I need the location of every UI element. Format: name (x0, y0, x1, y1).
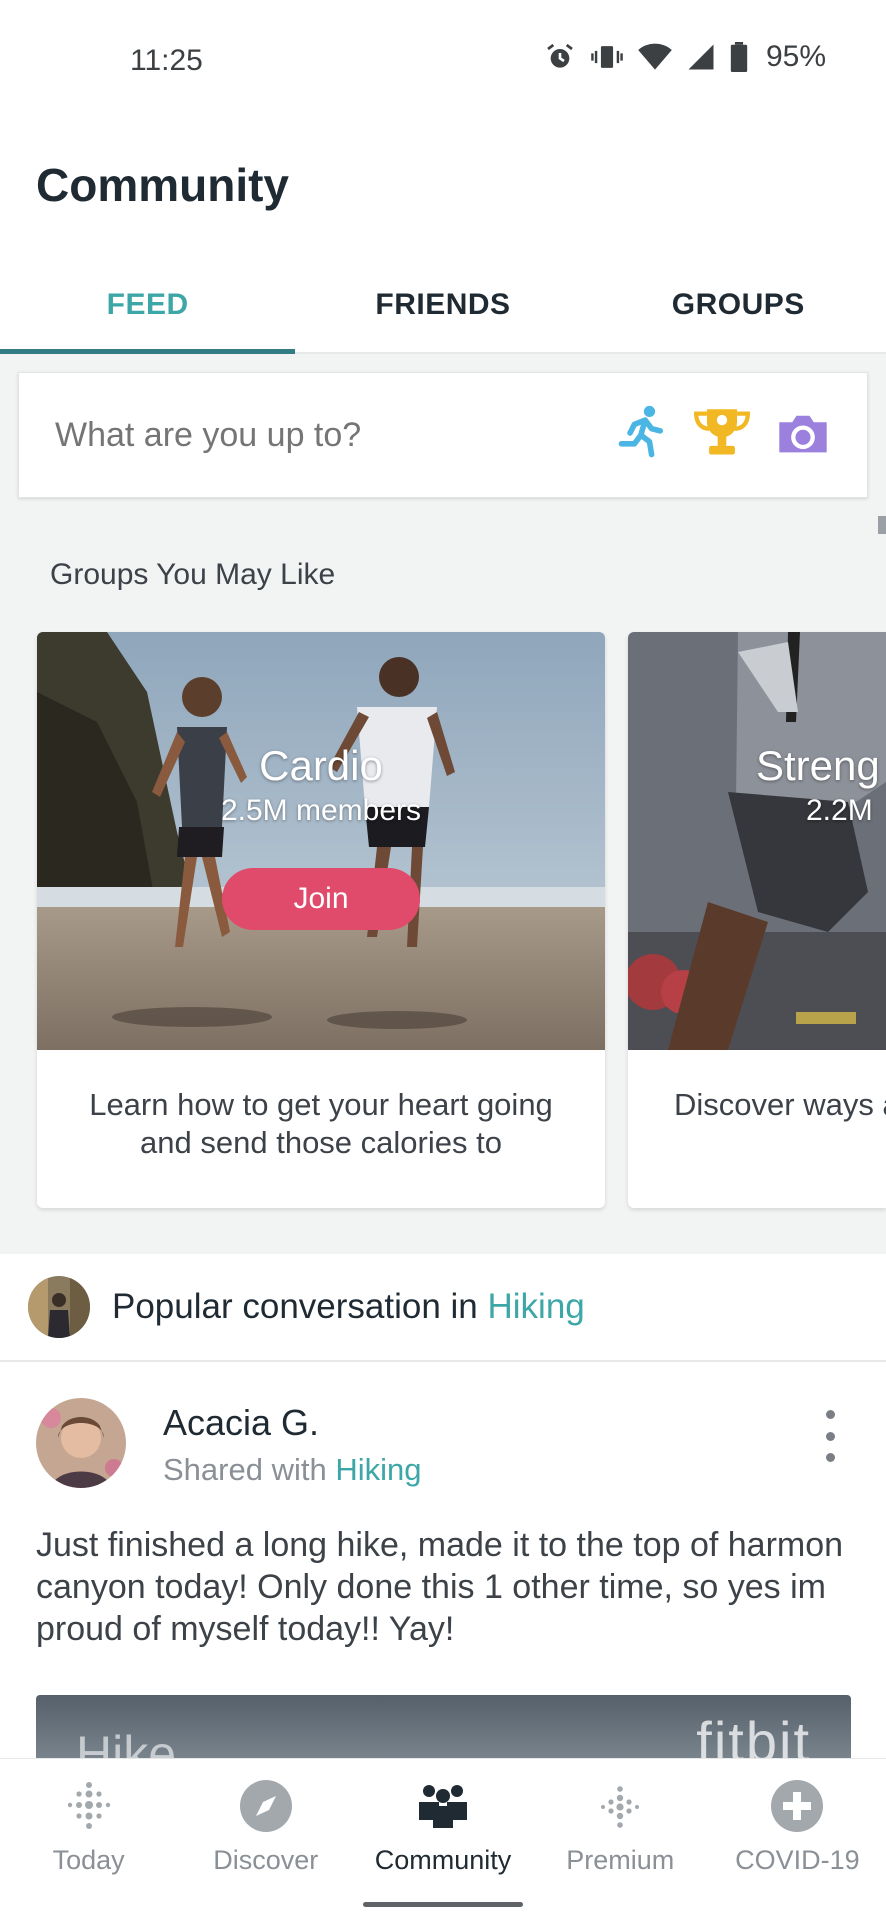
running-person-icon[interactable] (617, 405, 669, 466)
post-body: Just finished a long hike, made it to th… (36, 1526, 844, 1648)
nav-today[interactable]: Today (0, 1759, 177, 1920)
fitbit-watermark: fitbit (696, 1710, 811, 1765)
strength-overlay: Streng 2.2M (628, 632, 886, 1050)
shared-group-link[interactable]: Hiking (335, 1452, 421, 1487)
tab-feed[interactable]: FEED (0, 258, 296, 354)
tab-friends[interactable]: FRIENDS (295, 258, 590, 352)
bottom-navigation: Today Discover Community Premium COVID-1… (0, 1758, 886, 1920)
group-description: Learn how to get your heart going and se… (89, 1087, 553, 1160)
popular-conversation-text: Popular conversation in Hiking (112, 1287, 585, 1327)
group-name: Streng (756, 742, 880, 789)
wifi-icon (638, 43, 672, 70)
popular-conversation-header[interactable]: Popular conversation in Hiking (0, 1254, 886, 1362)
author-avatar[interactable] (36, 1398, 126, 1488)
fitbit-dots-icon (60, 1777, 118, 1835)
popular-prefix: Popular conversation in (112, 1287, 488, 1326)
group-description: Discover ways and take your (674, 1087, 886, 1122)
shared-prefix: Shared with (163, 1452, 336, 1487)
tab-groups[interactable]: GROUPS (591, 258, 886, 352)
nav-covid[interactable]: COVID-19 (709, 1759, 886, 1920)
status-time: 11:25 (130, 44, 203, 77)
vibrate-icon (591, 46, 623, 68)
join-button[interactable]: Join (222, 868, 420, 930)
scrollbar-thumb[interactable] (878, 516, 886, 534)
people-icon (414, 1777, 472, 1835)
nav-label: Premium (566, 1845, 675, 1875)
page-title: Community (36, 159, 289, 211)
group-members: 2.5M members (220, 794, 422, 827)
post-header: Acacia G. Shared with Hiking (0, 1362, 886, 1502)
popular-group-link[interactable]: Hiking (488, 1287, 585, 1326)
nav-label: Today (52, 1845, 125, 1875)
cardio-overlay: Cardio 2.5M members Join (37, 632, 605, 1050)
group-members: 2.2M (806, 794, 873, 827)
groups-section-title: Groups You May Like (50, 558, 336, 591)
trophy-icon[interactable] (691, 405, 753, 466)
nav-community[interactable]: Community (354, 1759, 531, 1920)
group-card-strength[interactable]: Streng 2.2M Discover ways and take your (628, 632, 886, 1208)
post-shared-with: Shared with Hiking (163, 1452, 421, 1488)
nav-premium[interactable]: Premium (532, 1759, 709, 1920)
nav-label: COVID-19 (735, 1845, 860, 1875)
group-avatar (28, 1276, 90, 1338)
status-icons: 95% (544, 40, 826, 74)
post-image[interactable]: Hike fitbit (36, 1695, 851, 1765)
compass-icon (237, 1777, 295, 1835)
group-card-cardio[interactable]: Cardio 2.5M members Join Learn how to ge… (37, 632, 605, 1208)
camera-icon[interactable] (775, 409, 831, 462)
premium-dots-icon (591, 1777, 649, 1835)
nav-label: Community (374, 1845, 512, 1875)
plus-circle-icon (768, 1777, 826, 1835)
more-options-icon[interactable] (810, 1406, 850, 1466)
battery-percentage: 95% (765, 40, 826, 73)
signal-icon (688, 44, 714, 70)
compose-actions (617, 405, 831, 466)
compose-box[interactable] (18, 372, 868, 498)
nav-discover[interactable]: Discover (177, 1759, 354, 1920)
battery-icon (730, 42, 748, 72)
post-author[interactable]: Acacia G. (163, 1402, 319, 1444)
alarm-icon (547, 43, 573, 68)
home-indicator[interactable] (363, 1902, 523, 1907)
tab-bar: FEED FRIENDS GROUPS (0, 258, 886, 354)
compose-input[interactable] (55, 415, 617, 455)
status-bar: 11:25 95% (0, 0, 886, 120)
nav-label: Discover (213, 1845, 319, 1875)
group-name: Cardio (259, 742, 383, 789)
